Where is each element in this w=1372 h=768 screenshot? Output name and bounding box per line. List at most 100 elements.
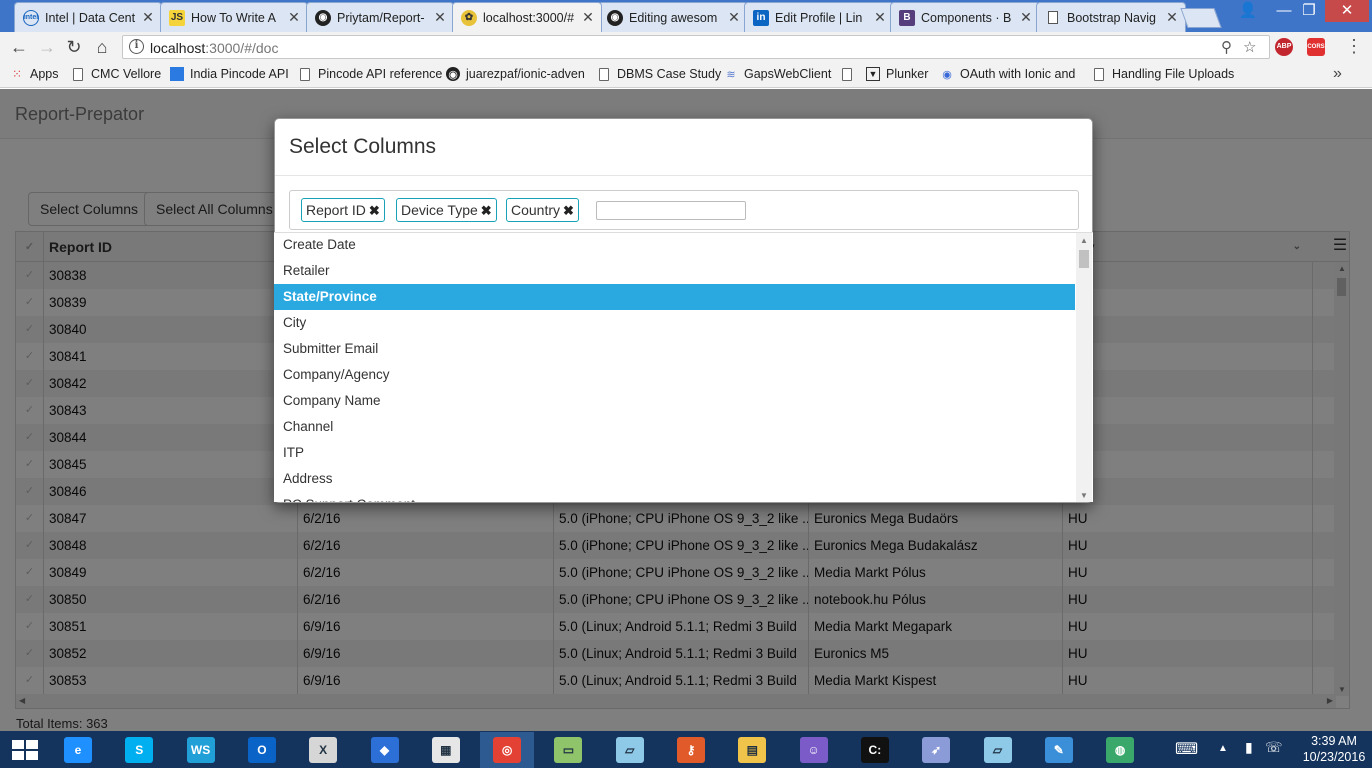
- taskbar-app[interactable]: ▦: [419, 732, 473, 768]
- taskbar-app[interactable]: C:: [848, 732, 902, 768]
- taskbar-app[interactable]: ◍: [1093, 732, 1147, 768]
- forward-icon[interactable]: →: [36, 36, 58, 58]
- bookmark-file-uploads[interactable]: Handling File Uploads: [1092, 67, 1234, 81]
- column-tag-input[interactable]: Report ID ✖ Device Type ✖ Country ✖: [289, 190, 1079, 230]
- close-icon[interactable]: ✕: [581, 9, 595, 26]
- zoom-icon[interactable]: ⚲: [1221, 38, 1232, 56]
- info-icon[interactable]: i: [129, 39, 144, 54]
- bookmark-cmc-vellore[interactable]: CMC Vellore: [71, 67, 161, 81]
- bookmark-label: CMC Vellore: [91, 67, 162, 81]
- taskbar-app[interactable]: ✎: [1032, 732, 1086, 768]
- taskbar-app[interactable]: ◆: [358, 732, 412, 768]
- column-option[interactable]: Company Name: [274, 388, 1075, 414]
- chrome-menu-icon[interactable]: ⋮: [1345, 36, 1363, 57]
- taskbar-app[interactable]: X: [296, 732, 350, 768]
- bookmarks-bar: ⁙ Apps CMC Vellore India Pincode API Pinc…: [0, 62, 1372, 88]
- column-option[interactable]: Retailer: [274, 258, 1075, 284]
- clock-time[interactable]: 3:39 AM: [1299, 734, 1369, 748]
- tab-github-editing[interactable]: ◉ Editing awesom ✕: [598, 2, 748, 32]
- tab-bootstrap-components[interactable]: B Components · B ✕: [890, 2, 1040, 32]
- bookmark-ionic-adventure[interactable]: ◉ juarezpaf/ionic-adven: [446, 67, 585, 81]
- bookmark-oauth-ionic[interactable]: ◉ OAuth with Ionic and: [940, 67, 1075, 81]
- tab-localhost[interactable]: ✿ localhost:3000/# ✕: [452, 2, 602, 32]
- bookmark-apps[interactable]: ⁙ Apps: [10, 67, 59, 81]
- taskbar-app[interactable]: ◎: [480, 732, 535, 768]
- close-icon[interactable]: ✕: [433, 9, 447, 26]
- tab-how-to-write[interactable]: JS How To Write A ✕: [160, 2, 308, 32]
- window-close-icon[interactable]: ✕: [1325, 0, 1369, 22]
- taskbar-app[interactable]: ▱: [603, 732, 657, 768]
- address-bar[interactable]: i localhost:3000/#/doc ⚲ ☆: [122, 35, 1270, 59]
- dropdown-scrollbar[interactable]: ▲ ▼: [1076, 233, 1092, 502]
- column-option[interactable]: City: [274, 310, 1075, 336]
- chevron-right-icon[interactable]: »: [1333, 65, 1342, 83]
- bootstrap-icon: B: [899, 9, 915, 26]
- close-icon[interactable]: ✕: [727, 9, 741, 26]
- bookmark-untitled[interactable]: [840, 67, 860, 81]
- taskbar-app[interactable]: WS: [174, 732, 228, 768]
- taskbar-app[interactable]: ▭: [541, 732, 595, 768]
- bookmark-star-icon[interactable]: ☆: [1243, 38, 1256, 56]
- bookmark-gaps[interactable]: ≋ GapsWebClient: [724, 67, 831, 81]
- close-icon[interactable]: ✕: [1019, 9, 1033, 26]
- reload-icon[interactable]: ↻: [63, 36, 85, 58]
- column-option[interactable]: Company/Agency: [274, 362, 1075, 388]
- cors-icon[interactable]: CORS: [1307, 38, 1325, 56]
- column-option[interactable]: PC Support Comment: [274, 492, 1075, 502]
- close-icon[interactable]: ✕: [1165, 9, 1179, 26]
- tab-title: Components · B: [921, 10, 1012, 25]
- taskbar-app[interactable]: O: [235, 732, 289, 768]
- tab-linkedin[interactable]: in Edit Profile | Lin ✕: [744, 2, 894, 32]
- tab-title: How To Write A: [191, 10, 276, 25]
- column-option[interactable]: Submitter Email: [274, 336, 1075, 362]
- scroll-thumb[interactable]: [1079, 250, 1089, 268]
- bookmark-plunker[interactable]: ▼ Plunker: [866, 67, 928, 81]
- taskbar-app[interactable]: ☺: [787, 732, 841, 768]
- folder-icon: ▭: [554, 737, 583, 763]
- taskbar-app[interactable]: ➶: [909, 732, 963, 768]
- scroll-down-icon[interactable]: ▼: [1080, 491, 1088, 500]
- back-icon[interactable]: ←: [8, 36, 30, 58]
- taskbar-app[interactable]: ▤: [725, 732, 779, 768]
- scroll-up-icon[interactable]: ▲: [1080, 236, 1088, 245]
- windows-start-icon[interactable]: [12, 740, 38, 760]
- radio-icon: ◉: [942, 68, 952, 81]
- column-option[interactable]: State/Province: [274, 284, 1075, 310]
- column-option[interactable]: Channel: [274, 414, 1075, 440]
- adblock-icon[interactable]: ABP: [1275, 38, 1293, 56]
- battery-icon[interactable]: ▮: [1245, 739, 1253, 756]
- tab-intel[interactable]: intel Intel | Data Cent ✕: [14, 2, 162, 32]
- bookmark-india-pincode[interactable]: India Pincode API: [170, 67, 289, 81]
- remove-tag-icon[interactable]: ✖: [481, 203, 492, 218]
- taskbar-app[interactable]: e: [51, 732, 105, 768]
- modal-title: Select Columns: [289, 135, 437, 158]
- column-option[interactable]: Address: [274, 466, 1075, 492]
- column-search-input[interactable]: [596, 201, 746, 220]
- taskbar-app[interactable]: ⚷: [664, 732, 718, 768]
- remove-tag-icon[interactable]: ✖: [563, 203, 574, 218]
- column-option[interactable]: ITP: [274, 440, 1075, 466]
- plunker-icon: ▼: [866, 67, 880, 81]
- page-icon: [71, 67, 85, 81]
- bookmark-pincode-reference[interactable]: Pincode API reference: [298, 67, 442, 81]
- tag-country: Country ✖: [506, 198, 579, 222]
- github-icon: ◉: [446, 67, 460, 81]
- taskbar-app[interactable]: ▱: [971, 732, 1025, 768]
- tab-github-report[interactable]: ◉ Priytam/Report- ✕: [306, 2, 454, 32]
- taskbar-app[interactable]: S: [112, 732, 166, 768]
- bookmark-dbms[interactable]: DBMS Case Study: [597, 67, 721, 81]
- clock-date[interactable]: 10/23/2016: [1299, 750, 1369, 764]
- home-icon[interactable]: ⌂: [91, 36, 113, 58]
- cmd-icon: C:: [860, 737, 889, 763]
- tray-chevron-icon[interactable]: ▲: [1218, 743, 1228, 754]
- network-tray-icon[interactable]: ☏: [1265, 739, 1283, 756]
- column-option[interactable]: Create Date: [274, 233, 1075, 258]
- keyboard-icon[interactable]: ⌨: [1175, 739, 1198, 759]
- tab-bootstrap-nav[interactable]: Bootstrap Navig ✕: [1036, 2, 1186, 32]
- close-icon[interactable]: ✕: [141, 9, 155, 26]
- remove-tag-icon[interactable]: ✖: [369, 203, 380, 218]
- new-tab-button[interactable]: [1180, 8, 1222, 28]
- close-icon[interactable]: ✕: [287, 9, 301, 26]
- close-icon[interactable]: ✕: [873, 9, 887, 26]
- git-icon: ⚷: [677, 737, 705, 763]
